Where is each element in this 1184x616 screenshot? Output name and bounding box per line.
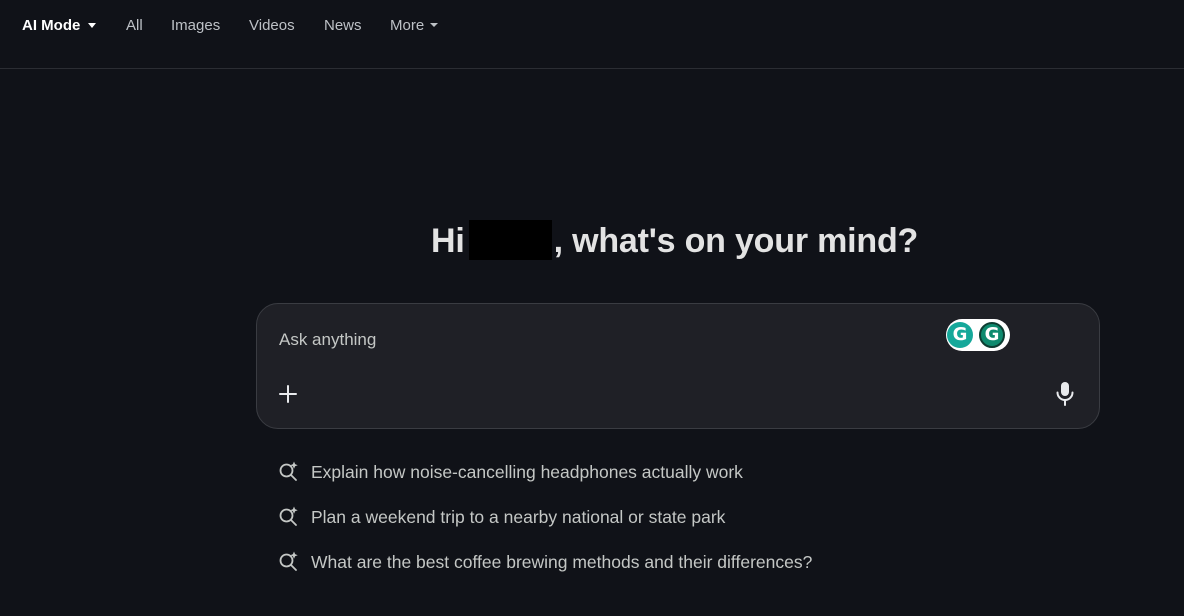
suggestion-text: Plan a weekend trip to a nearby national… [311,507,726,527]
suggestion-text: Explain how noise-cancelling headphones … [311,462,743,482]
redacted-username [468,220,552,261]
top-navigation-bar: AI Mode All Images Videos News More [0,0,1184,69]
grammarly-icon[interactable]: G [947,322,973,348]
suggestion-text: What are the best coffee brewing methods… [311,552,813,572]
tab-news[interactable]: News [324,16,362,36]
tab-more-label: More [390,17,425,34]
tab-images[interactable]: Images [171,16,220,36]
suggestion-list: Explain how noise-cancelling headphones … [278,457,1098,592]
voice-search-button[interactable] [1054,381,1076,407]
tab-more[interactable]: More [390,16,439,36]
search-sparkle-icon [279,461,298,481]
tab-ai-mode[interactable]: AI Mode [22,16,97,36]
tab-images-label: Images [171,17,221,34]
chevron-down-icon [88,22,97,28]
search-sparkle-icon [279,506,298,526]
tab-videos[interactable]: Videos [249,16,295,36]
grammarly-extension-widget[interactable]: G G [946,319,1010,351]
tab-all-label: All [126,17,143,34]
suggestion-item[interactable]: Explain how noise-cancelling headphones … [278,457,1098,502]
search-box: G G [256,303,1100,429]
suggestion-item[interactable]: What are the best coffee brewing methods… [278,547,1098,592]
plus-icon [279,385,297,403]
page-title: Hi , what's on your mind? [431,218,918,264]
suggestion-item[interactable]: Plan a weekend trip to a nearby national… [278,502,1098,547]
grammarly-icon[interactable]: G [979,322,1005,348]
add-attachment-button[interactable] [276,382,300,406]
microphone-icon [1056,382,1074,406]
search-sparkle-icon [279,551,298,571]
tab-videos-label: Videos [249,17,295,34]
chevron-down-icon [430,23,439,28]
tab-ai-mode-label: AI Mode [22,17,81,34]
search-input[interactable] [279,328,919,352]
greeting-suffix: , what's on your mind? [553,222,919,260]
tab-news-label: News [324,17,362,34]
tab-all[interactable]: All [126,16,143,36]
greeting-prefix: Hi [431,222,465,260]
